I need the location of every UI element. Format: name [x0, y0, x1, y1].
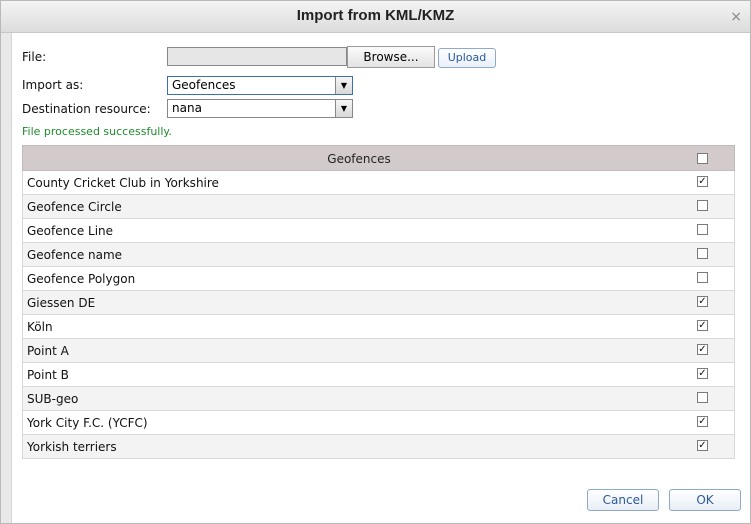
table-row[interactable]: Geofence name	[22, 243, 735, 267]
destination-label: Destination resource:	[22, 102, 151, 116]
table-row[interactable]: Geofence Line	[22, 219, 735, 243]
table-row[interactable]: York City F.C. (YCFC) ✓	[22, 411, 735, 435]
column-header-geofences: Geofences	[327, 152, 391, 166]
file-path-field[interactable]	[167, 47, 347, 66]
destination-value: nana	[172, 101, 202, 115]
geofence-name: Geofence Circle	[27, 200, 122, 214]
table-row[interactable]: Giessen DE ✓	[22, 291, 735, 315]
geofence-name: County Cricket Club in Yorkshire	[27, 176, 219, 190]
row-checkbox[interactable]: ✓	[697, 320, 708, 331]
geofence-name: Geofence Polygon	[27, 272, 136, 286]
row-checkbox[interactable]: ✓	[697, 368, 708, 379]
table-body: County Cricket Club in Yorkshire ✓ Geofenc…	[22, 171, 735, 459]
import-as-label: Import as:	[22, 78, 84, 92]
destination-select[interactable]: nana ▼	[167, 99, 353, 118]
geofence-name: Geofence name	[27, 248, 123, 262]
geofence-name: Point B	[27, 368, 69, 382]
dialog-title: Import from KML/KMZ	[296, 7, 455, 24]
table-row[interactable]: Geofence Circle	[22, 195, 735, 219]
table-row[interactable]: Point A ✓	[22, 339, 735, 363]
ok-button[interactable]: OK	[669, 489, 741, 511]
chevron-down-icon[interactable]: ▼	[335, 77, 352, 94]
cancel-button[interactable]: Cancel	[587, 489, 659, 511]
row-checkbox[interactable]	[697, 248, 708, 259]
geofence-name: Geofence Line	[27, 224, 114, 238]
geofence-table: Geofences County Cricket Club in Yorkshi…	[22, 145, 735, 459]
table-row[interactable]: Geofence Polygon	[22, 267, 735, 291]
row-checkbox[interactable]: ✓	[697, 296, 708, 307]
browse-button[interactable]: Browse...	[347, 46, 435, 68]
file-label: File:	[22, 50, 47, 64]
table-row[interactable]: Yorkish terriers ✓	[22, 435, 735, 459]
status-message: File processed successfully.	[22, 125, 172, 138]
import-as-value: Geofences	[172, 78, 236, 92]
select-all-checkbox[interactable]	[697, 153, 708, 164]
geofence-name: Köln	[27, 320, 53, 334]
geofence-name: Giessen DE	[27, 296, 96, 310]
geofence-name: Point A	[27, 344, 69, 358]
row-checkbox[interactable]	[697, 200, 708, 211]
close-icon[interactable]: ×	[730, 9, 742, 25]
geofence-name: York City F.C. (YCFC)	[27, 416, 148, 430]
upload-button[interactable]: Upload	[438, 48, 496, 68]
dialog-titlebar[interactable]: Import from KML/KMZ ×	[1, 1, 750, 33]
import-as-select[interactable]: Geofences ▼	[167, 76, 353, 95]
row-checkbox[interactable]: ✓	[697, 440, 708, 451]
row-checkbox[interactable]	[697, 392, 708, 403]
geofence-name: SUB-geo	[27, 392, 79, 406]
chevron-down-icon[interactable]: ▼	[335, 100, 352, 117]
table-row[interactable]: Köln ✓	[22, 315, 735, 339]
row-checkbox[interactable]: ✓	[697, 344, 708, 355]
table-header: Geofences	[22, 145, 735, 171]
geofence-name: Yorkish terriers	[27, 440, 117, 454]
left-edge-bar	[1, 33, 12, 523]
row-checkbox[interactable]: ✓	[697, 416, 708, 427]
row-checkbox[interactable]	[697, 272, 708, 283]
table-row[interactable]: SUB-geo	[22, 387, 735, 411]
row-checkbox[interactable]: ✓	[697, 176, 708, 187]
table-row[interactable]: County Cricket Club in Yorkshire ✓	[22, 171, 735, 195]
table-row[interactable]: Point B ✓	[22, 363, 735, 387]
import-dialog: Import from KML/KMZ × File: Browse... Up…	[0, 0, 751, 524]
row-checkbox[interactable]	[697, 224, 708, 235]
